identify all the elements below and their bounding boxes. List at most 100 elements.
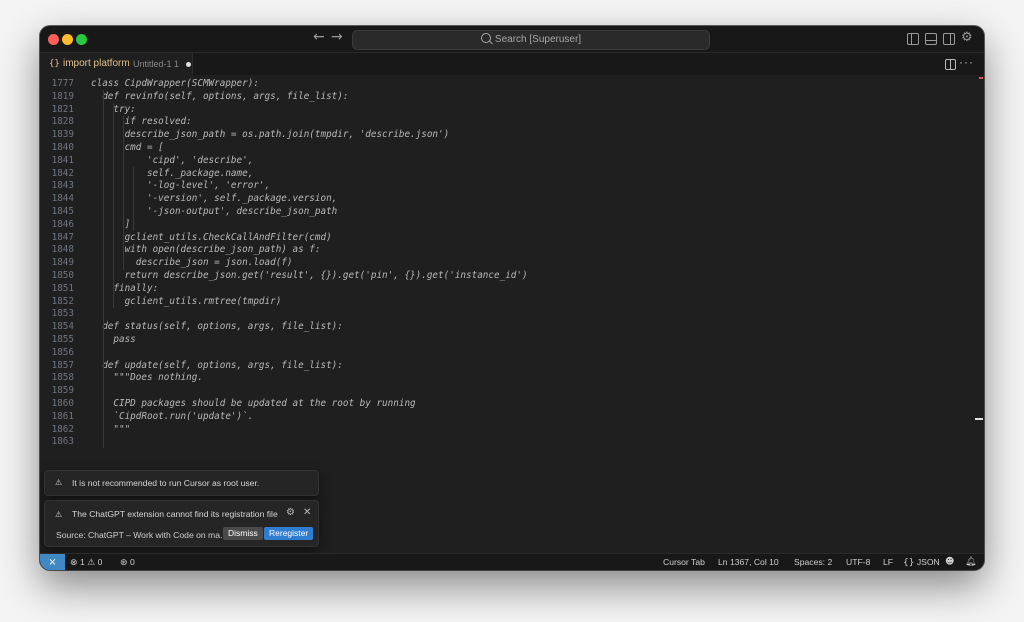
code-line[interactable]: 1828 if resolved: — [40, 115, 984, 128]
code-line[interactable]: 1853 — [40, 307, 984, 320]
settings-gear-icon[interactable]: ⚙ — [961, 30, 973, 45]
reregister-button[interactable]: Reregister — [264, 527, 314, 540]
line-number: 1843 — [51, 180, 74, 192]
code-line[interactable]: 1844 '-version', self._package.version, — [40, 192, 984, 205]
copilot-icon[interactable]: ☻ — [945, 554, 954, 570]
code-line[interactable]: 1841 'cipd', 'describe', — [40, 154, 984, 167]
forward-arrow-icon[interactable]: → — [331, 29, 343, 45]
error-icon: ⊗ — [70, 558, 78, 568]
code-line[interactable]: 1857 def update(self, options, args, fil… — [40, 359, 984, 372]
code-line[interactable]: 1843 '-log-level', 'error', — [40, 179, 984, 192]
warning-icon: ⚠ — [55, 510, 63, 519]
code-line[interactable]: 1855 pass — [40, 333, 984, 346]
code-line[interactable]: 1856 — [40, 346, 984, 359]
eol-status[interactable]: LF — [883, 554, 893, 570]
indent-guide — [113, 103, 114, 308]
code-line[interactable]: 1846 ] — [40, 218, 984, 231]
line-number: 1840 — [51, 142, 74, 153]
split-editor-icon[interactable] — [945, 59, 956, 70]
code-text: ] — [91, 218, 131, 230]
back-arrow-icon[interactable]: ← — [313, 29, 325, 45]
code-text: '-log-level', 'error', — [91, 180, 271, 192]
code-line[interactable]: 1840 cmd = [ — [40, 141, 984, 154]
unsaved-dot-icon[interactable] — [186, 62, 191, 67]
line-number: 1777 — [51, 78, 74, 89]
code-line[interactable]: 1850 return describe_json.get('result', … — [40, 269, 984, 282]
close-window-button[interactable] — [48, 34, 59, 45]
json-file-icon: {} — [49, 59, 60, 69]
line-number: 1842 — [51, 167, 74, 179]
command-search-box[interactable]: Search [Superuser] — [352, 30, 710, 50]
code-line[interactable]: 1860 CIPD packages should be updated at … — [40, 397, 984, 410]
code-line[interactable]: 1847 gclient_utils.CheckCallAndFilter(cm… — [40, 231, 984, 244]
code-line[interactable]: 1859 — [40, 384, 984, 397]
line-number: 1856 — [51, 346, 74, 358]
code-line[interactable]: 1821 try: — [40, 103, 984, 116]
line-number: 1854 — [51, 321, 74, 333]
line-number: 1841 — [51, 154, 74, 166]
line-number: 1844 — [51, 193, 74, 205]
problems-indicator[interactable]: ⊗ 1 ⚠ 0 — [70, 554, 102, 570]
toggle-panel-icon[interactable] — [925, 33, 937, 45]
code-line[interactable]: 1851 finally: — [40, 282, 984, 295]
code-text: '-json-output', describe_json_path — [91, 206, 338, 217]
code-line[interactable]: 1854 def status(self, options, args, fil… — [40, 320, 984, 333]
code-line[interactable]: 1819 def revinfo(self, options, args, fi… — [40, 90, 984, 103]
code-line[interactable]: 1777 class CipdWrapper(SCMWrapper): — [40, 77, 984, 90]
cursor-tab-status[interactable]: Cursor Tab — [663, 554, 705, 570]
tab-import-platform[interactable]: {} import platform Untitled-1 1 — [40, 53, 193, 75]
language-mode[interactable]: {} JSON — [903, 554, 940, 570]
toggle-sidebar-icon[interactable] — [907, 33, 919, 45]
dismiss-button[interactable]: Dismiss — [223, 527, 263, 540]
indent-guide — [103, 90, 104, 448]
notifications-bell-icon[interactable]: 🔔︎ — [965, 554, 976, 570]
line-number: 1858 — [51, 372, 74, 384]
code-line[interactable]: 1862 """ — [40, 423, 984, 436]
line-number: 1852 — [51, 295, 74, 307]
code-text: def revinfo(self, options, args, file_li… — [91, 90, 349, 102]
code-text: describe_json_path = os.path.join(tmpdir… — [91, 129, 450, 141]
chatgpt-notification: ⚠ The ChatGPT extension cannot find its … — [44, 500, 319, 547]
notification-settings-gear-icon[interactable]: ⚙ — [286, 507, 295, 518]
code-line[interactable]: 1848 with open(describe_json_path) as f: — [40, 243, 984, 256]
minimize-window-button[interactable] — [62, 34, 73, 45]
cursor-position[interactable]: Ln 1367, Col 10 — [718, 554, 779, 570]
code-text: def update(self, options, args, file_lis… — [91, 359, 343, 371]
json-brackets-icon: {} — [903, 558, 915, 568]
toggle-secondary-sidebar-icon[interactable] — [943, 33, 955, 45]
line-number: 1857 — [51, 359, 74, 371]
line-number: 1850 — [51, 270, 74, 281]
language-label: JSON — [916, 557, 940, 567]
code-text: describe_json = json.load(f) — [91, 257, 293, 269]
code-text: def status(self, options, args, file_lis… — [91, 321, 343, 333]
code-line[interactable]: 1861 `CipdRoot.run('update')`. — [40, 410, 984, 423]
remote-connection-icon[interactable]: ⨯ — [40, 554, 65, 570]
code-text: finally: — [91, 282, 159, 294]
line-number: 1859 — [51, 385, 74, 397]
code-line[interactable]: 1845 '-json-output', describe_json_path — [40, 205, 984, 218]
ports-indicator[interactable]: ⊛ 0 — [120, 554, 135, 570]
code-line[interactable]: 1839 describe_json_path = os.path.join(t… — [40, 128, 984, 141]
ports-count: 0 — [129, 557, 135, 567]
encoding-status[interactable]: UTF-8 — [846, 554, 870, 570]
code-line[interactable]: 1842 self._package.name, — [40, 167, 984, 180]
line-number: 1849 — [51, 257, 74, 269]
code-line[interactable]: 1849 describe_json = json.load(f) — [40, 256, 984, 269]
code-text: self._package.name, — [91, 167, 254, 179]
maximize-window-button[interactable] — [76, 34, 87, 45]
code-line[interactable]: 1863 — [40, 435, 984, 448]
indentation-status[interactable]: Spaces: 2 — [794, 554, 832, 570]
notification-close-icon[interactable]: ✕ — [303, 507, 311, 518]
code-text: gclient_utils.rmtree(tmpdir) — [91, 295, 282, 307]
code-line[interactable]: 1852 gclient_utils.rmtree(tmpdir) — [40, 295, 984, 308]
code-text: '-version', self._package.version, — [91, 193, 338, 205]
more-actions-icon[interactable]: ··· — [959, 55, 974, 69]
warning-icon: ⚠ — [55, 478, 63, 487]
code-text: """Does nothing. — [91, 372, 203, 384]
code-text: """ — [91, 423, 131, 435]
line-number: 1839 — [51, 129, 74, 141]
line-number: 1860 — [51, 398, 74, 409]
code-line[interactable]: 1858 """Does nothing. — [40, 371, 984, 384]
line-number: 1848 — [51, 244, 74, 256]
indent-guide — [123, 116, 124, 270]
